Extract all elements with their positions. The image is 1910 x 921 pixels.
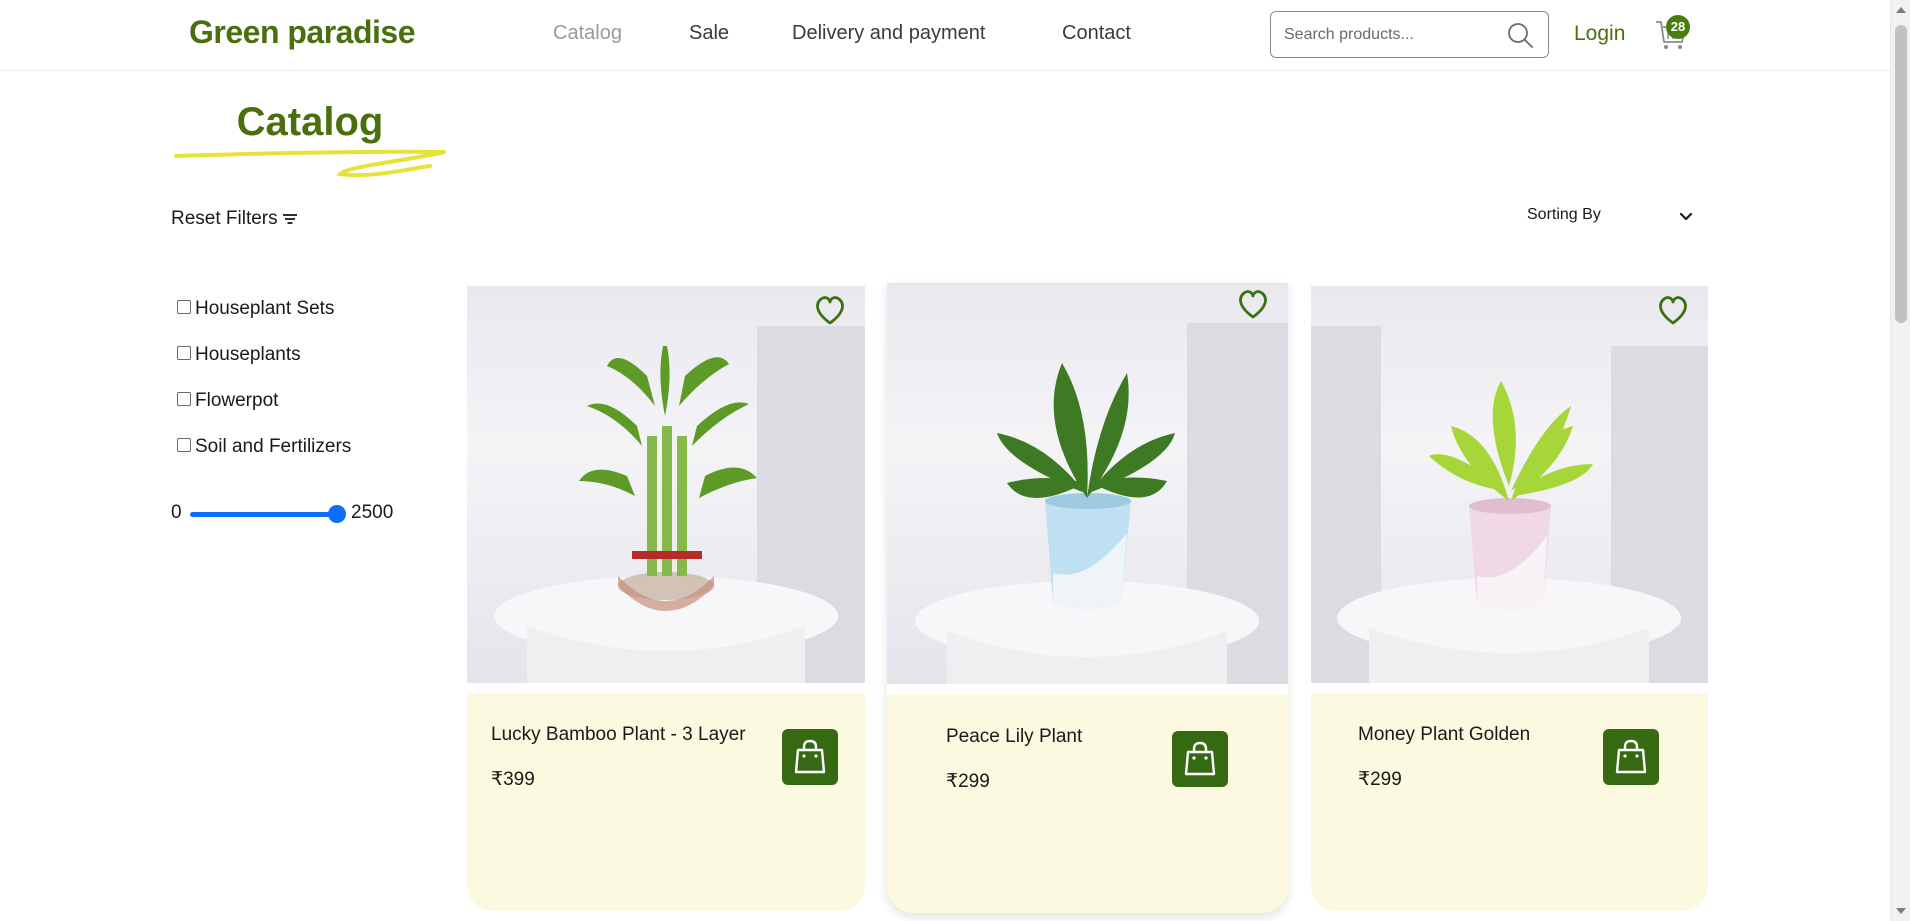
price-range-thumb[interactable] — [328, 505, 346, 523]
product-image[interactable] — [467, 286, 865, 683]
filter-checkbox[interactable] — [177, 392, 191, 406]
scrollbar-thumb[interactable] — [1895, 25, 1907, 323]
filter-flowerpot[interactable]: Flowerpot — [177, 390, 278, 412]
product-image[interactable] — [1311, 286, 1708, 683]
product-name[interactable]: Money Plant Golden — [1358, 724, 1530, 746]
shopping-bag-icon — [1615, 739, 1647, 774]
login-link[interactable]: Login — [1574, 22, 1625, 46]
card-divider — [1311, 683, 1708, 693]
title-highlight-stroke — [174, 149, 446, 178]
product-name[interactable]: Peace Lily Plant — [946, 726, 1082, 748]
search-input[interactable] — [1284, 23, 1494, 47]
product-price: ₹299 — [1358, 769, 1402, 790]
reset-filters-button[interactable]: Reset Filters — [171, 208, 298, 230]
price-min-label: 0 — [171, 502, 182, 523]
nav-sale[interactable]: Sale — [689, 22, 729, 45]
lucky-bamboo-image — [494, 326, 865, 683]
card-divider — [887, 684, 1288, 694]
scroll-down-arrow-icon[interactable] — [1896, 908, 1906, 914]
product-name[interactable]: Lucky Bamboo Plant - 3 Layer — [491, 724, 746, 746]
site-logo[interactable]: Green paradise — [189, 14, 416, 51]
product-image[interactable] — [887, 283, 1288, 684]
site-header: Green paradise Catalog Sale Delivery and… — [0, 0, 1890, 71]
product-card[interactable]: Lucky Bamboo Plant - 3 Layer ₹399 — [467, 286, 865, 911]
product-card[interactable]: Peace Lily Plant ₹299 — [887, 283, 1288, 913]
nav-contact[interactable]: Contact — [1062, 22, 1131, 45]
shopping-bag-icon — [794, 739, 826, 774]
product-card[interactable]: Money Plant Golden ₹299 — [1311, 286, 1708, 911]
card-divider — [467, 683, 865, 693]
page-title-block: Catalog — [172, 90, 448, 188]
add-to-cart-button[interactable] — [1172, 731, 1228, 787]
filter-label: Houseplant Sets — [195, 298, 335, 319]
search-icon[interactable] — [1506, 21, 1534, 49]
heart-icon[interactable] — [1656, 294, 1690, 326]
filter-houseplants[interactable]: Houseplants — [177, 344, 301, 366]
price-range-filter: 0 2500 — [171, 502, 411, 526]
shopping-bag-icon — [1184, 741, 1216, 776]
heart-icon[interactable] — [1236, 288, 1270, 320]
filter-label: Soil and Fertilizers — [195, 436, 352, 457]
product-price: ₹299 — [946, 771, 990, 792]
nav-catalog[interactable]: Catalog — [553, 22, 622, 45]
filter-soil-and-fertilizers[interactable]: Soil and Fertilizers — [177, 436, 351, 458]
filter-label: Flowerpot — [195, 390, 279, 411]
page-title: Catalog — [236, 100, 384, 144]
filter-checkbox[interactable] — [177, 346, 191, 360]
add-to-cart-button[interactable] — [782, 729, 838, 785]
filter-checkbox[interactable] — [177, 300, 191, 314]
scroll-up-arrow-icon[interactable] — [1896, 7, 1906, 13]
nav-delivery-and-payment[interactable]: Delivery and payment — [792, 22, 985, 45]
money-plant-image — [1311, 326, 1708, 683]
product-price: ₹399 — [491, 769, 535, 790]
filter-lines-icon — [282, 214, 297, 224]
peace-lily-image — [915, 323, 1288, 684]
search-box — [1270, 11, 1549, 58]
heart-icon[interactable] — [813, 294, 847, 326]
filter-label: Houseplants — [195, 344, 301, 365]
add-to-cart-button[interactable] — [1603, 729, 1659, 785]
page-scrollbar[interactable] — [1890, 0, 1910, 921]
sorting-select[interactable]: Sorting By — [1527, 206, 1693, 234]
sorting-label: Sorting By — [1527, 206, 1601, 223]
chevron-down-icon — [1679, 212, 1693, 221]
cart-count-badge: 28 — [1666, 15, 1690, 39]
reset-filters-label: Reset Filters — [171, 208, 278, 229]
filter-checkbox[interactable] — [177, 438, 191, 452]
filter-houseplant-sets[interactable]: Houseplant Sets — [177, 298, 334, 320]
price-range-track[interactable] — [190, 512, 340, 517]
price-max-label: 2500 — [351, 502, 394, 523]
